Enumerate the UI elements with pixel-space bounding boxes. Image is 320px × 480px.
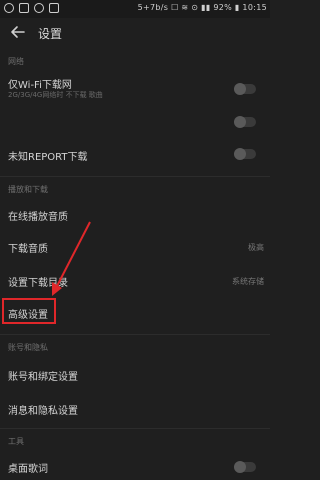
- row-download-dir[interactable]: 设置下载目录 系统存储: [0, 266, 270, 296]
- row-wifi-download[interactable]: 仅Wi-Fi下载网 2G/3G/4G网络时 不下载 歌曲: [0, 72, 270, 108]
- online-quality-label: 在线播放音质: [8, 212, 68, 223]
- row-3-toggle[interactable]: [234, 148, 256, 160]
- download-dir-label: 设置下载目录: [8, 278, 68, 289]
- app-icon: [34, 3, 44, 13]
- section-network: 网络: [8, 57, 24, 66]
- status-right: 5+7b/s ☐ ≋ ⊙ ▮▮ 92% ▮ 10:15: [137, 3, 267, 12]
- status-icons: [4, 3, 59, 13]
- camera-icon: [49, 3, 59, 13]
- download-quality-label: 下载音质: [8, 244, 48, 255]
- privacy-label: 消息和隐私设置: [8, 406, 78, 417]
- toggle-knob: [234, 116, 246, 128]
- row-account-binding[interactable]: 账号和绑定设置: [0, 360, 270, 390]
- section-account: 账号和隐私: [8, 343, 48, 352]
- row-3-label: 未知REPORT下载: [8, 152, 88, 163]
- highlight-box: [2, 298, 56, 324]
- section-playback: 播放和下载: [8, 185, 48, 194]
- desktop-lyrics-toggle[interactable]: [234, 461, 256, 473]
- row-2[interactable]: [0, 108, 270, 136]
- divider: [0, 334, 270, 335]
- wifi-download-label: 仅Wi-Fi下载网: [8, 80, 72, 91]
- toggle-knob: [234, 461, 246, 473]
- download-dir-value: 系统存储: [232, 277, 264, 286]
- toggle-knob: [234, 83, 246, 95]
- app-header: 设置: [0, 18, 270, 48]
- desktop-lyrics-label: 桌面歌词: [8, 464, 48, 475]
- notification-icon: [4, 3, 14, 13]
- row-privacy[interactable]: 消息和隐私设置: [0, 394, 270, 424]
- row-2-toggle[interactable]: [234, 116, 256, 128]
- wifi-download-sub: 2G/3G/4G网络时 不下载 歌曲: [8, 91, 103, 99]
- account-binding-label: 账号和绑定设置: [8, 372, 78, 383]
- page-title: 设置: [38, 27, 63, 41]
- divider: [0, 176, 270, 177]
- section-tools: 工具: [8, 437, 24, 446]
- status-bar: 5+7b/s ☐ ≋ ⊙ ▮▮ 92% ▮ 10:15: [0, 0, 270, 18]
- row-online-quality[interactable]: 在线播放音质: [0, 200, 270, 230]
- row-desktop-lyrics[interactable]: 桌面歌词: [0, 452, 270, 480]
- toggle-knob: [234, 148, 246, 160]
- download-quality-value: 极高: [248, 243, 264, 252]
- wifi-download-toggle[interactable]: [234, 83, 256, 95]
- chat-icon: [19, 3, 29, 13]
- back-arrow-icon[interactable]: [10, 24, 26, 40]
- divider: [0, 428, 270, 429]
- row-download-quality[interactable]: 下载音质 极高: [0, 232, 270, 262]
- row-3[interactable]: 未知REPORT下载: [0, 140, 270, 168]
